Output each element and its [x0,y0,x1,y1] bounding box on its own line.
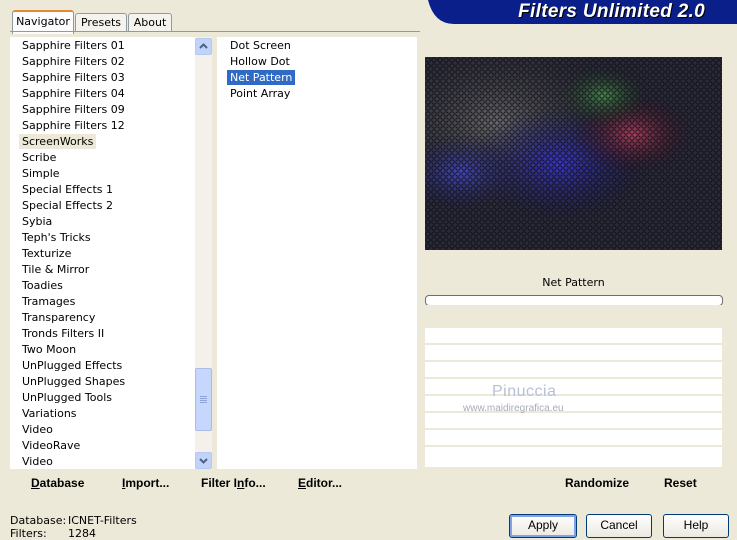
category-item[interactable]: Sapphire Filters 03 [19,70,128,85]
category-item[interactable]: Variations [19,406,80,421]
tab-divider [10,31,420,32]
category-item[interactable]: Sapphire Filters 02 [19,54,128,69]
param-slot [425,430,722,445]
category-item[interactable]: Tronds Filters II [19,326,107,341]
preview-divider [425,305,722,327]
category-item[interactable]: VideoRave [19,438,83,453]
param-slot [425,447,722,467]
param-slot [425,345,722,360]
scroll-up-button[interactable] [195,38,212,55]
category-item[interactable]: Sapphire Filters 09 [19,102,128,117]
category-item[interactable]: Sapphire Filters 01 [19,38,128,53]
category-item[interactable]: Special Effects 2 [19,198,116,213]
database-label: Database: [10,514,67,527]
category-item[interactable]: Teph's Tricks [19,230,94,245]
tab-presets-label: Presets [80,16,122,29]
category-item[interactable]: Sapphire Filters 04 [19,86,128,101]
category-item[interactable]: UnPlugged Tools [19,390,115,405]
chevron-down-icon [199,458,208,464]
param-slot [425,379,722,394]
category-list[interactable]: Sapphire Filters 01 Sapphire Filters 02 Sa… [10,37,195,469]
category-item[interactable]: UnPlugged Effects [19,358,125,373]
category-item[interactable]: Sapphire Filters 12 [19,118,128,133]
scroll-thumb[interactable] [195,368,212,431]
preview-filter-name: Net Pattern [425,271,722,295]
apply-button[interactable]: Apply [509,514,577,538]
filter-item[interactable]: Point Array [227,86,293,101]
category-item[interactable]: Scribe [19,150,59,165]
category-item[interactable]: Tramages [19,294,78,309]
banner: Filters Unlimited 2.0 [428,0,737,24]
reset-button[interactable]: Reset [664,476,697,490]
filter-item[interactable]: Net Pattern [227,70,296,85]
category-item[interactable]: Video [19,454,56,469]
preview-canvas [425,57,722,250]
tab-presets[interactable]: Presets [75,13,127,32]
help-button[interactable]: Help [663,514,729,538]
editor-button[interactable]: Editor... [298,476,342,490]
scroll-down-button[interactable] [195,452,212,469]
database-value: ICNET-Filters [68,514,137,527]
import-button[interactable]: Import... [122,476,169,490]
param-slot [425,413,722,428]
tab-about[interactable]: About [128,13,172,32]
watermark-name: Pinuccia [492,383,557,400]
category-item[interactable]: UnPlugged Shapes [19,374,128,389]
filters-count-value: 1284 [68,527,96,540]
chevron-up-icon [199,43,208,49]
cancel-button[interactable]: Cancel [586,514,652,538]
category-item[interactable]: Sybia [19,214,55,229]
preview-image [425,57,722,250]
filter-list[interactable]: Dot Screen Hollow Dot Net Pattern Point Arr… [217,37,417,469]
database-button[interactable]: Database [31,476,84,490]
param-slot [425,328,722,343]
category-item[interactable]: Texturize [19,246,74,261]
category-item[interactable]: Transparency [19,310,98,325]
filter-item[interactable]: Dot Screen [227,38,294,53]
category-item[interactable]: ScreenWorks [19,134,97,149]
randomize-button[interactable]: Randomize [565,476,629,490]
filters-count-label: Filters: [10,527,47,540]
filter-item[interactable]: Hollow Dot [227,54,293,69]
category-scrollbar[interactable] [195,37,212,469]
category-item[interactable]: Tile & Mirror [19,262,92,277]
banner-title: Filters Unlimited 2.0 [518,1,705,22]
watermark-url: www.maidiregrafica.eu [463,403,564,414]
category-item[interactable]: Two Moon [19,342,79,357]
filter-info-button[interactable]: Filter Info... [201,476,266,490]
tab-navigator-label: Navigator [16,15,70,28]
category-item[interactable]: Simple [19,166,63,181]
tab-about-label: About [133,16,167,29]
category-item[interactable]: Special Effects 1 [19,182,116,197]
category-item[interactable]: Toadies [19,278,66,293]
category-item[interactable]: Video [19,422,56,437]
param-slot [425,362,722,377]
